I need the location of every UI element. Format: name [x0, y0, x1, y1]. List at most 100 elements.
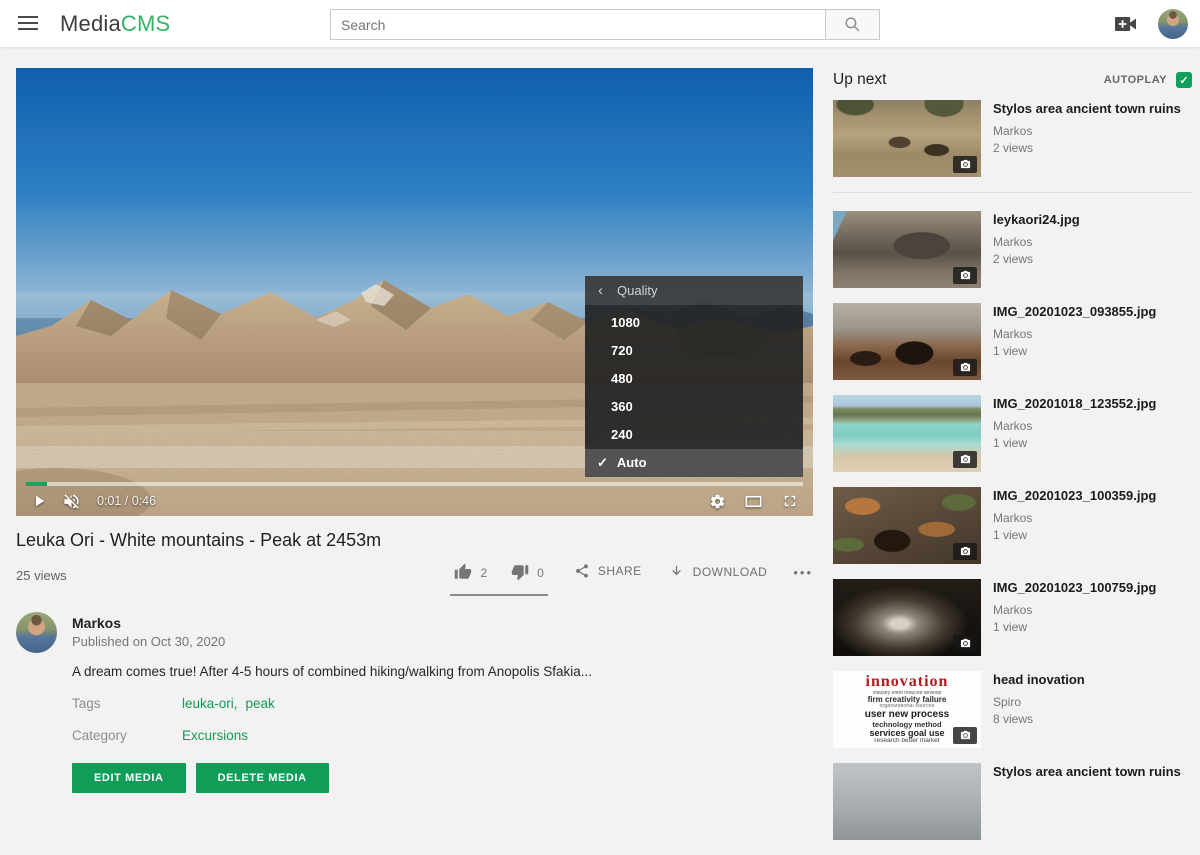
camera-icon	[960, 730, 971, 741]
tag-link-leuka-ori[interactable]: leuka-ori,	[182, 696, 238, 711]
thumbnail[interactable]	[833, 487, 981, 564]
delete-media-button[interactable]: DELETE MEDIA	[196, 763, 329, 793]
quality-menu-title: Quality	[617, 283, 657, 298]
up-next-header: Up next AUTOPLAY ✓	[833, 70, 1192, 90]
thumbnail[interactable]	[833, 579, 981, 656]
list-item[interactable]: IMG_20201018_123552.jpg Markos 1 view	[833, 395, 1192, 472]
like-button[interactable]	[454, 563, 472, 581]
theater-mode-button[interactable]	[744, 492, 763, 511]
user-avatar[interactable]	[1158, 9, 1188, 39]
camera-icon	[960, 454, 971, 465]
tags-value: leuka-ori, peak	[182, 696, 275, 711]
list-item[interactable]: IMG_20201023_100359.jpg Markos 1 view	[833, 487, 1192, 564]
quality-option-auto-selected[interactable]: ✓ Auto	[585, 449, 803, 477]
check-icon: ✓	[1179, 74, 1188, 87]
item-title[interactable]: head inovation	[993, 672, 1085, 689]
author-name[interactable]: Markos	[72, 615, 121, 631]
video-title: Leuka Ori - White mountains - Peak at 24…	[16, 530, 796, 551]
thumb-up-icon	[454, 563, 472, 581]
thumbnail[interactable]	[833, 211, 981, 288]
category-label: Category	[72, 728, 127, 743]
upload-media-button[interactable]	[1114, 14, 1138, 34]
share-icon	[574, 563, 590, 579]
category-value: Excursions	[182, 728, 248, 743]
camera-icon	[960, 362, 971, 373]
autoplay-control: AUTOPLAY ✓	[1104, 72, 1192, 88]
camera-icon	[960, 159, 971, 170]
quality-option-720[interactable]: 720	[585, 337, 803, 365]
item-views: 1 view	[993, 436, 1156, 450]
author-avatar[interactable]	[16, 612, 57, 653]
quality-option-360[interactable]: 360	[585, 393, 803, 421]
time-display: 0:01 / 0:46	[97, 494, 156, 508]
dislike-count: 0	[537, 566, 544, 580]
item-views: 2 views	[993, 141, 1181, 155]
thumbnail[interactable]	[833, 303, 981, 380]
item-author: Markos	[993, 124, 1181, 138]
camera-icon	[960, 638, 971, 649]
item-title[interactable]: Stylos area ancient town ruins	[993, 101, 1181, 118]
logo-cms: CMS	[121, 11, 171, 36]
edit-media-button[interactable]: EDIT MEDIA	[72, 763, 186, 793]
wordcloud-line: firm creativity failure	[833, 696, 981, 704]
video-description: A dream comes true! After 4-5 hours of c…	[72, 664, 772, 679]
list-item[interactable]: leykaori24.jpg Markos 2 views	[833, 211, 1192, 288]
thumbnail[interactable]	[833, 763, 981, 840]
item-author: Markos	[993, 235, 1080, 249]
thumbnail[interactable]: innovation industry effort reduced devel…	[833, 671, 981, 748]
tags-label: Tags	[72, 696, 101, 711]
quality-options: 1080 720 480 360 240 ✓ Auto	[585, 305, 803, 477]
wordcloud-line: innovation	[833, 674, 981, 691]
item-title[interactable]: IMG_20201018_123552.jpg	[993, 396, 1156, 413]
list-item[interactable]: IMG_20201023_093855.jpg Markos 1 view	[833, 303, 1192, 380]
item-author: Markos	[993, 327, 1156, 341]
tag-link-peak[interactable]: peak	[246, 696, 275, 711]
category-link-excursions[interactable]: Excursions	[182, 728, 248, 743]
top-bar: MediaCMS	[0, 0, 1200, 48]
item-title[interactable]: IMG_20201023_100759.jpg	[993, 580, 1156, 597]
player-controls: 0:01 / 0:46	[16, 486, 813, 516]
quality-option-240[interactable]: 240	[585, 421, 803, 449]
item-title[interactable]: IMG_20201023_100359.jpg	[993, 488, 1156, 505]
share-button[interactable]: SHARE	[574, 560, 642, 579]
item-title[interactable]: IMG_20201023_093855.jpg	[993, 304, 1156, 321]
item-author: Markos	[993, 511, 1156, 525]
list-item[interactable]: Stylos area ancient town ruins Markos 2 …	[833, 100, 1192, 177]
search-bar	[330, 9, 880, 40]
list-item[interactable]: IMG_20201023_100759.jpg Markos 1 view	[833, 579, 1192, 656]
quality-option-1080[interactable]: 1080	[585, 309, 803, 337]
play-button[interactable]	[30, 492, 48, 510]
list-item[interactable]: Stylos area ancient town ruins	[833, 763, 1192, 840]
autoplay-checkbox[interactable]: ✓	[1176, 72, 1192, 88]
item-views: 8 views	[993, 712, 1085, 726]
like-count: 2	[480, 566, 487, 580]
download-icon	[668, 563, 685, 580]
upload-videocam-icon	[1114, 14, 1138, 34]
fullscreen-button[interactable]	[781, 492, 799, 510]
dislike-button[interactable]	[511, 563, 529, 581]
quality-option-480[interactable]: 480	[585, 365, 803, 393]
thumbnail[interactable]	[833, 395, 981, 472]
item-views: 2 views	[993, 252, 1080, 266]
quality-menu-back[interactable]: ‹ Quality	[585, 276, 803, 305]
actions-row: 2 0 SHARE DOWNLOAD •••	[16, 560, 813, 596]
video-player[interactable]: ‹ Quality 1080 720 480 360 240 ✓ Auto 0:…	[16, 68, 813, 516]
search-input[interactable]	[330, 9, 826, 40]
autoplay-label: AUTOPLAY	[1104, 74, 1167, 86]
search-button[interactable]	[825, 9, 880, 40]
up-next-title: Up next	[833, 71, 886, 89]
more-options-button[interactable]: •••	[793, 560, 813, 580]
logo-media: Media	[60, 11, 121, 36]
menu-icon[interactable]	[18, 16, 38, 32]
settings-button[interactable]	[709, 493, 726, 510]
download-button[interactable]: DOWNLOAD	[668, 560, 768, 580]
item-title[interactable]: Stylos area ancient town ruins	[993, 764, 1181, 781]
item-title[interactable]: leykaori24.jpg	[993, 212, 1080, 229]
item-author: Markos	[993, 419, 1156, 433]
thumbnail[interactable]	[833, 100, 981, 177]
chevron-left-icon: ‹	[598, 282, 603, 299]
rating-group: 2 0	[450, 560, 547, 596]
mute-button[interactable]	[62, 492, 81, 511]
list-item[interactable]: innovation industry effort reduced devel…	[833, 671, 1192, 748]
logo[interactable]: MediaCMS	[60, 0, 170, 48]
